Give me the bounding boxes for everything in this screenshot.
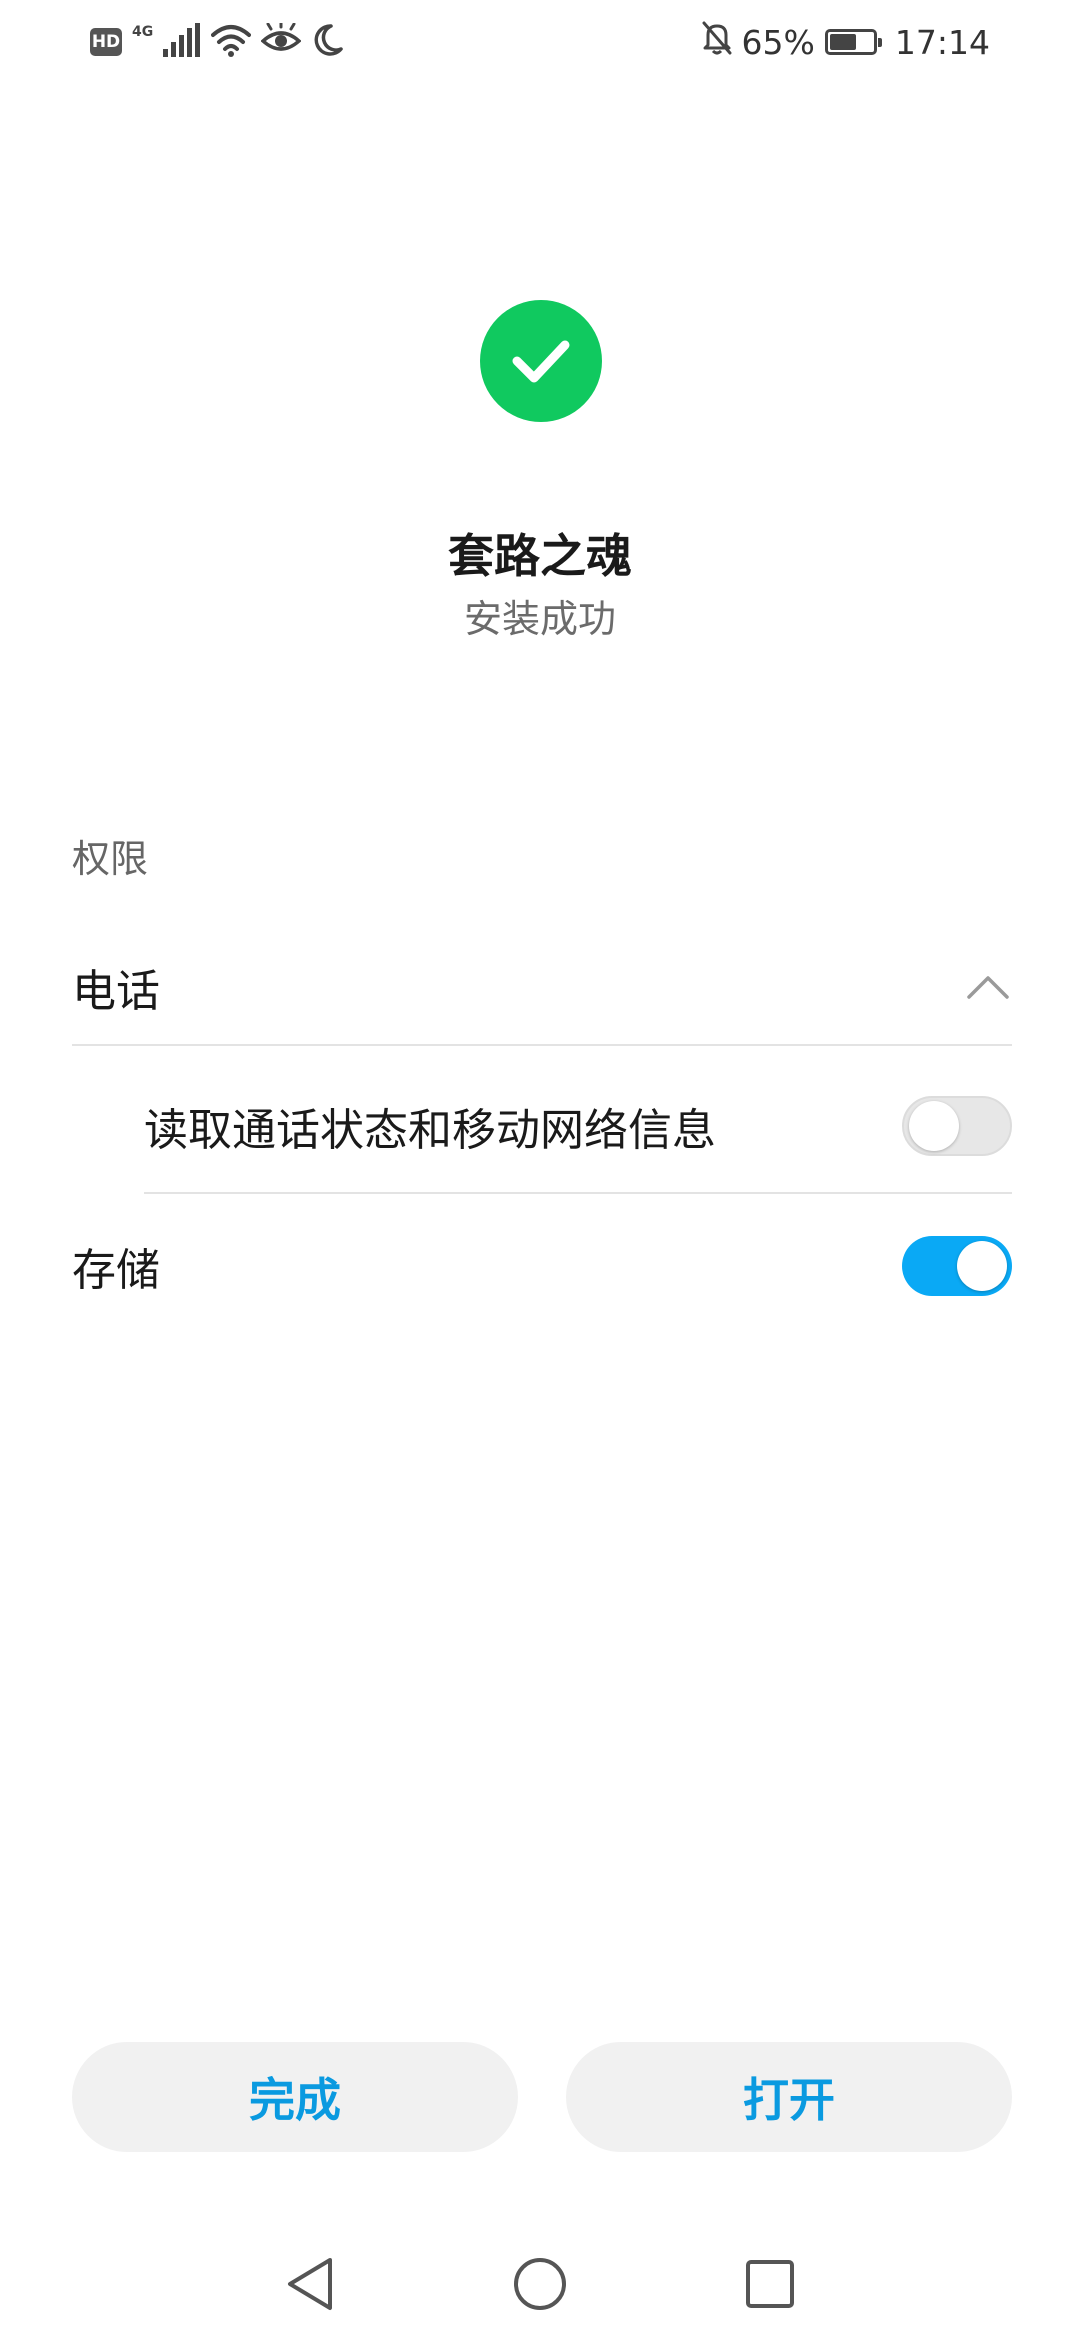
install-status: 安装成功 <box>463 597 616 641</box>
read-phone-state-toggle[interactable] <box>902 1096 1012 1156</box>
battery-percent: 65% <box>741 22 815 62</box>
navigation-bar <box>0 2230 1080 2340</box>
permission-group-phone[interactable]: 电话 <box>72 930 1012 1046</box>
battery-fill <box>829 34 856 50</box>
permission-item-label: 读取通话状态和移动网络信息 <box>144 1105 716 1156</box>
bell-off-icon <box>702 21 732 63</box>
status-bar: HD 4G 65% 17:14 <box>0 0 1080 86</box>
clock: 17:14 <box>894 22 990 62</box>
wifi-icon <box>211 23 252 61</box>
toggle-knob <box>909 1101 959 1151</box>
toggle-knob <box>957 1241 1007 1291</box>
back-icon[interactable] <box>278 2252 342 2316</box>
chevron-up-icon[interactable] <box>964 963 1012 1011</box>
signal-icon <box>163 23 201 61</box>
moon-icon <box>311 23 343 61</box>
done-button[interactable]: 完成 <box>72 2042 518 2152</box>
hd-icon: HD <box>90 28 122 56</box>
permission-group-label: 存储 <box>72 1245 160 1296</box>
open-button[interactable]: 打开 <box>566 2042 1012 2152</box>
app-name: 套路之魂 <box>448 529 632 583</box>
status-bar-right: 65% 17:14 <box>702 18 990 66</box>
battery-icon <box>824 29 882 55</box>
permission-item-read-phone-state[interactable]: 读取通话状态和移动网络信息 <box>144 1060 1012 1194</box>
success-check-icon <box>480 300 602 422</box>
permissions-section-label: 权限 <box>72 837 149 881</box>
recents-icon[interactable] <box>738 2252 802 2316</box>
eye-comfort-icon <box>260 20 302 61</box>
home-icon[interactable] <box>508 2252 572 2316</box>
permission-group-storage[interactable]: 存储 <box>72 1206 1012 1326</box>
network-type-label: 4G <box>132 24 154 40</box>
status-bar-left: HD 4G <box>90 20 343 62</box>
storage-toggle[interactable] <box>902 1236 1012 1296</box>
permission-group-label: 电话 <box>72 966 160 1017</box>
